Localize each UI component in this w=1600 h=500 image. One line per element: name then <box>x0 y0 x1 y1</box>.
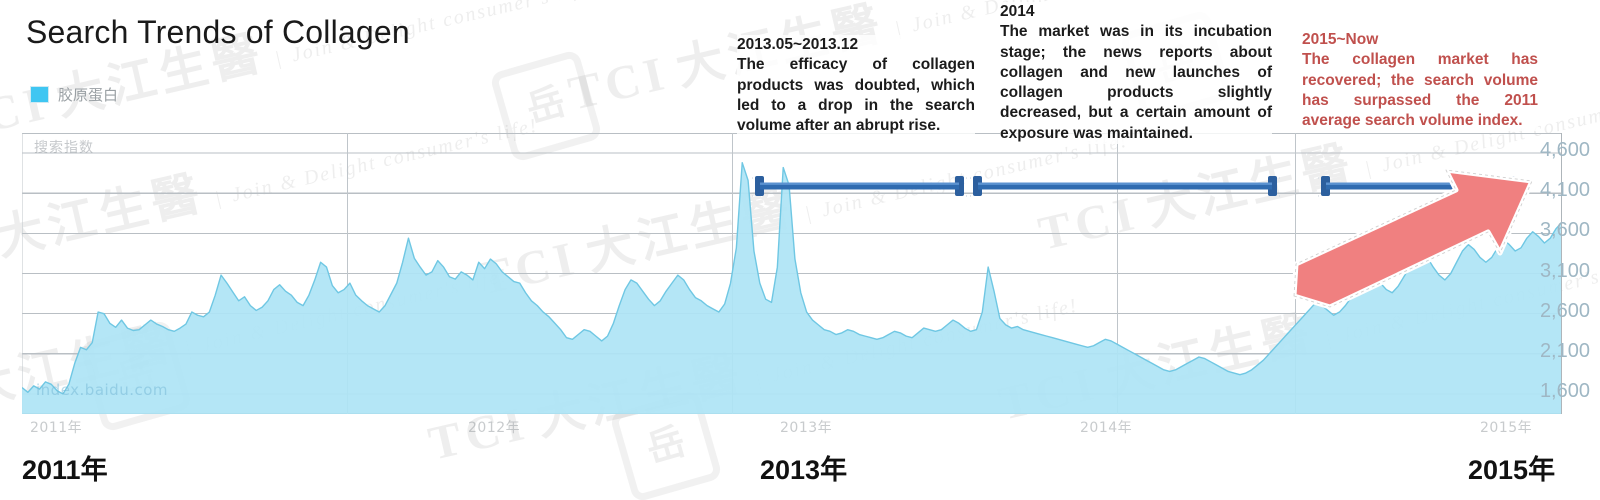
x-axis-tick-label: 2013年 <box>780 420 833 436</box>
chart-legend: 胶原蛋白 <box>30 84 118 105</box>
annotation-note-2014-body: The market was in its incubation stage; … <box>1000 23 1272 142</box>
legend-item-label: 胶原蛋白 <box>58 86 119 104</box>
x-axis-tick-label: 2014年 <box>1080 420 1133 436</box>
x-axis-bold-label: 2011年 <box>22 455 108 485</box>
period-bracket-2013 <box>752 174 967 200</box>
x-axis-bold-label: 2015年 <box>1468 455 1556 485</box>
annotation-note-2015-body: The collagen market has recovered; the s… <box>1302 51 1538 130</box>
x-axis-tick-label: 2015年 <box>1480 420 1533 436</box>
x-axis-tick-label: 2012年 <box>468 420 521 436</box>
period-bracket-2015 <box>1318 174 1518 200</box>
x-axis-bold-label: 2013年 <box>760 455 848 485</box>
annotation-note-2013: 2013.05~2013.12 The efficacy of collagen… <box>737 35 975 137</box>
annotation-note-2013-title: 2013.05~2013.12 <box>737 36 859 53</box>
y-axis-tick-label: 2,100 <box>1539 339 1590 362</box>
y-axis-tick-label: 3,100 <box>1539 259 1590 282</box>
annotation-note-2014-title: 2014 <box>1000 3 1035 20</box>
y-axis-tick-label: 1,600 <box>1539 379 1590 402</box>
period-bracket-2014 <box>970 174 1280 200</box>
source-watermark: index.baidu.com <box>36 381 169 399</box>
annotation-note-2013-body: The efficacy of collagen products was do… <box>737 56 975 135</box>
y-axis-caption: 搜索指数 <box>34 140 94 156</box>
y-axis-tick-label: 4,600 <box>1539 139 1590 162</box>
y-axis-tick-label: 3,600 <box>1539 219 1590 242</box>
legend-square-icon <box>30 86 49 103</box>
annotation-note-2014: 2014 The market was in its incubation st… <box>1000 2 1272 145</box>
annotation-note-2015-title: 2015~Now <box>1302 31 1379 48</box>
y-axis-tick-label: 2,600 <box>1539 299 1590 322</box>
area-series-fill <box>22 162 1562 414</box>
screenshot-root: TCI 大江生醫 | Join & Delight consumer's lif… <box>0 0 1600 500</box>
page-title: Search Trends of Collagen <box>26 14 410 50</box>
x-axis-tick-label: 2011年 <box>30 420 83 436</box>
annotation-note-2015: 2015~Now The collagen market has recover… <box>1302 30 1538 132</box>
y-axis-tick-label: 4,100 <box>1539 179 1590 202</box>
